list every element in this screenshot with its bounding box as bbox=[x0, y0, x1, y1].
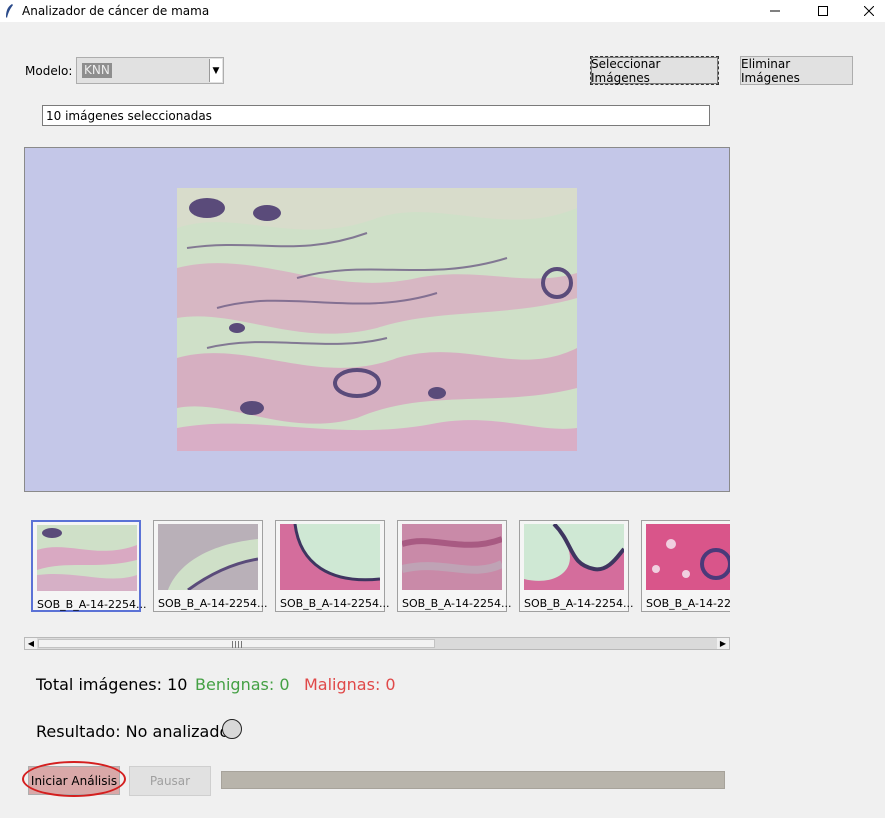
maximize-button[interactable] bbox=[800, 0, 846, 22]
histology-preview-image bbox=[177, 188, 577, 451]
minimize-icon bbox=[770, 10, 780, 12]
result-indicator-icon bbox=[222, 719, 242, 739]
scroll-right-icon[interactable]: ▶ bbox=[717, 638, 729, 649]
chevron-down-icon[interactable]: ▼ bbox=[209, 59, 222, 82]
close-button[interactable] bbox=[846, 0, 885, 22]
window-title: Analizador de cáncer de mama bbox=[22, 4, 210, 18]
thumbnail-strip[interactable]: SOB_B_A-14-2254... SOB_B_A-14-2254... SO… bbox=[24, 512, 730, 634]
image-preview-panel bbox=[24, 147, 730, 492]
close-icon bbox=[864, 6, 874, 16]
thumbnail-image bbox=[524, 524, 624, 590]
thumbnail-caption: SOB_B_A-14-2254... bbox=[37, 598, 147, 611]
thumbnail-image bbox=[646, 524, 730, 590]
thumbnail-image bbox=[158, 524, 258, 590]
thumbnail-item[interactable]: SOB_B_A-14-2254... bbox=[397, 520, 511, 612]
maximize-icon bbox=[818, 6, 828, 16]
benign-count: Benignas: 0 bbox=[195, 675, 290, 694]
scrollbar-thumb[interactable] bbox=[38, 639, 435, 648]
malignant-count: Malignas: 0 bbox=[304, 675, 396, 694]
thumbnail-caption: SOB_B_A-14-2254... bbox=[524, 597, 634, 610]
analysis-progress-bar bbox=[221, 771, 725, 789]
model-select[interactable]: KNN ▼ bbox=[76, 57, 224, 84]
model-select-value: KNN bbox=[82, 63, 112, 78]
model-label: Modelo: bbox=[25, 64, 73, 78]
thumbnail-item[interactable]: SOB_B_A-14-2254... bbox=[519, 520, 633, 612]
thumbnail-image bbox=[402, 524, 502, 590]
selection-status-field: 10 imágenes seleccionadas bbox=[42, 105, 710, 126]
result-label: Resultado: No analizado bbox=[36, 722, 230, 741]
feather-icon bbox=[6, 4, 13, 18]
thumbnail-caption: SOB_B_A-14-2254... bbox=[402, 597, 512, 610]
thumbnail-item[interactable]: SOB_B_A-14-2254... bbox=[31, 520, 146, 612]
delete-images-button[interactable]: Eliminar Imágenes bbox=[740, 56, 853, 85]
highlight-ring bbox=[22, 761, 126, 797]
grip-icon bbox=[232, 641, 242, 648]
thumbnail-item[interactable]: SOB_B_A-14-2254... bbox=[275, 520, 389, 612]
thumbnail-item[interactable]: SOB_B_A-14-2254... bbox=[153, 520, 267, 612]
minimize-button[interactable] bbox=[752, 0, 798, 22]
scroll-left-icon[interactable]: ◀ bbox=[25, 638, 37, 649]
pause-button[interactable]: Pausar bbox=[129, 766, 211, 796]
thumbnail-image bbox=[37, 525, 137, 591]
thumbnail-caption: SOB_B_A-14-2254... bbox=[158, 597, 268, 610]
thumbnail-item[interactable]: SOB_B_A-14-225 bbox=[641, 520, 730, 612]
thumbnail-caption: SOB_B_A-14-2254... bbox=[280, 597, 390, 610]
total-images-count: Total imágenes: 10 bbox=[36, 675, 188, 694]
thumbnail-caption: SOB_B_A-14-225 bbox=[646, 597, 730, 610]
thumbnail-scrollbar[interactable]: ◀ ▶ bbox=[24, 637, 730, 650]
select-images-button[interactable]: Seleccionar Imágenes bbox=[590, 56, 719, 85]
thumbnail-image bbox=[280, 524, 380, 590]
